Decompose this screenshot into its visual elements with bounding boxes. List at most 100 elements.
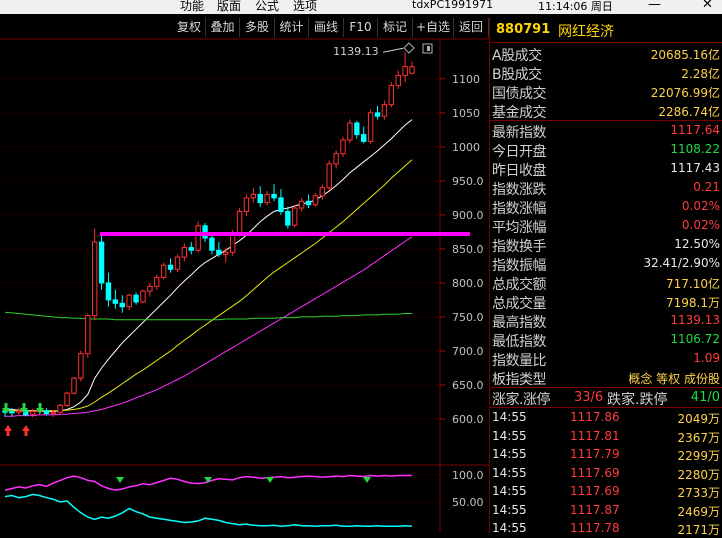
candle-body xyxy=(133,294,139,303)
tick-price: 1117.87 xyxy=(570,502,620,517)
axis-tick-label: 1050 xyxy=(452,107,480,120)
stat-row: 指数涨幅 0.02% xyxy=(490,197,722,217)
stat-row: 基金成交 2286.74亿 xyxy=(490,101,722,121)
candle-body xyxy=(43,410,50,415)
tick-price: 1117.79 xyxy=(570,447,620,461)
candle-body xyxy=(223,251,229,255)
candle-body xyxy=(147,285,153,292)
stat-row: 今日开盘 1108.22 xyxy=(490,140,722,160)
menu-options[interactable]: 选项 xyxy=(293,0,317,14)
minimize-button[interactable]: — xyxy=(648,0,661,12)
tick-row: 14:55 1117.87 2469万 xyxy=(490,502,722,519)
draw-line-button[interactable]: 画线 xyxy=(309,18,344,37)
mark-button[interactable]: 标记 xyxy=(378,18,413,37)
candle-body xyxy=(340,139,346,155)
divider xyxy=(490,407,722,408)
candle-body xyxy=(160,264,167,278)
menu-layout[interactable]: 版面 xyxy=(217,0,241,14)
max-price-label: 1139.13 xyxy=(333,45,379,58)
stat-value: 1139.13 xyxy=(670,313,720,327)
stat-row: 最新指数 1117.64 xyxy=(490,121,722,141)
index-info-panel: 880791 网红经济 A股成交 20685.16亿 B股成交 2.28亿 国债成交 22… xyxy=(489,18,722,537)
type-label: 板指类型 xyxy=(492,372,547,388)
statistics-button[interactable]: 统计 xyxy=(275,18,309,37)
tick-row: 14:55 1117.79 2299万 xyxy=(490,446,722,463)
chart-grid xyxy=(0,38,489,533)
advancers-value: 33/6 xyxy=(574,390,604,405)
multi-stock-button[interactable]: 多股 xyxy=(240,18,275,37)
diamond-icon xyxy=(403,42,415,54)
stat-label: 最低指数 xyxy=(492,334,547,350)
tick-row: 14:55 1117.78 2171万 xyxy=(490,520,722,537)
axis-tick-label: 800.0 xyxy=(452,277,484,290)
stat-row: B股成交 2.28亿 xyxy=(490,63,722,83)
stat-value: 0.21 xyxy=(693,180,720,194)
type-row: 板指类型 概念 等权 成份股 xyxy=(490,368,722,388)
ma-line xyxy=(4,311,412,321)
axis-tick-label: 900.0 xyxy=(452,209,484,222)
menu-formula[interactable]: 公式 xyxy=(255,0,279,14)
candle-body xyxy=(119,302,125,308)
f10-button[interactable]: F10 xyxy=(344,18,378,37)
panel-toggle-icon-inner xyxy=(427,46,430,51)
stat-label: 平均涨幅 xyxy=(492,220,547,236)
tick-price: 1117.69 xyxy=(570,465,620,480)
stat-label: B股成交 xyxy=(492,67,542,83)
axis-tick-label: 700.0 xyxy=(452,345,484,358)
ma-line xyxy=(5,236,413,417)
back-button[interactable]: 返回 xyxy=(454,18,489,37)
candle-body xyxy=(305,200,312,206)
close-button[interactable]: ✕ xyxy=(702,0,713,12)
indicator-line-j xyxy=(4,493,413,528)
candle-body xyxy=(271,193,277,199)
candle-body xyxy=(402,66,408,76)
ma-line xyxy=(5,159,413,412)
stat-row: 总成交额 717.10亿 xyxy=(490,273,722,293)
stat-row: 指数量比 1.09 xyxy=(490,349,722,369)
stat-label: 总成交额 xyxy=(492,277,547,293)
tick-price: 1117.81 xyxy=(570,428,620,443)
fuquan-button[interactable]: 复权 xyxy=(173,18,206,37)
tick-volume: 2469万 xyxy=(677,504,720,519)
stat-label: 最高指数 xyxy=(492,315,547,331)
tick-row: 14:55 1117.86 2049万 xyxy=(490,409,722,426)
type-value: 概念 等权 成份股 xyxy=(628,372,720,386)
stat-row: 最高指数 1139.13 xyxy=(490,311,722,331)
menu-function[interactable]: 功能 xyxy=(180,0,204,14)
stat-value: 12.50% xyxy=(674,237,720,251)
candle-body xyxy=(209,237,215,251)
candle-body xyxy=(140,290,146,303)
tick-price: 1117.69 xyxy=(570,484,620,498)
stat-value: 22076.99亿 xyxy=(650,86,720,100)
stat-value: 32.41/2.90% xyxy=(643,256,720,270)
add-watchlist-button[interactable]: +自选 xyxy=(413,18,454,37)
kline-chart[interactable]: 1100 1050 1000 950.0 900.0 850.0 800.0 750.0 700… xyxy=(0,38,489,533)
tick-volume: 2171万 xyxy=(677,523,720,537)
tick-time: 14:55 xyxy=(492,465,527,480)
moving-average-lines xyxy=(4,119,413,417)
stat-label: 指数涨跌 xyxy=(492,182,547,198)
candle-body xyxy=(188,247,194,251)
axis-tick-label: 650.0 xyxy=(452,379,484,392)
tick-price: 1117.86 xyxy=(570,410,620,424)
candle-body xyxy=(298,200,305,209)
tick-row: 14:55 1117.69 2733万 xyxy=(490,483,722,500)
candle-body xyxy=(312,195,319,206)
candle-body xyxy=(154,276,160,287)
candle-body xyxy=(395,74,401,87)
stat-row: 指数换手 12.50% xyxy=(490,235,722,255)
kline-svg[interactable]: 1100 1050 1000 950.0 900.0 850.0 800.0 750.0 700… xyxy=(0,38,489,533)
axis-tick-label: 850.0 xyxy=(452,243,484,256)
index-code: 880791 xyxy=(496,22,551,37)
tick-volume: 2049万 xyxy=(677,412,720,426)
max-price-pointer xyxy=(383,47,404,53)
clock: 11:14:06 周日 xyxy=(538,0,613,13)
stat-label: 指数换手 xyxy=(492,239,547,255)
candle-body xyxy=(278,197,284,212)
buy-arrow-icon xyxy=(4,425,12,436)
indicator-axis-label: 50.00 xyxy=(452,496,484,509)
candle-body xyxy=(195,225,201,251)
candle-body xyxy=(381,104,388,117)
overlay-button[interactable]: 叠加 xyxy=(206,18,240,37)
decliners-value: 41/0 xyxy=(690,390,720,405)
